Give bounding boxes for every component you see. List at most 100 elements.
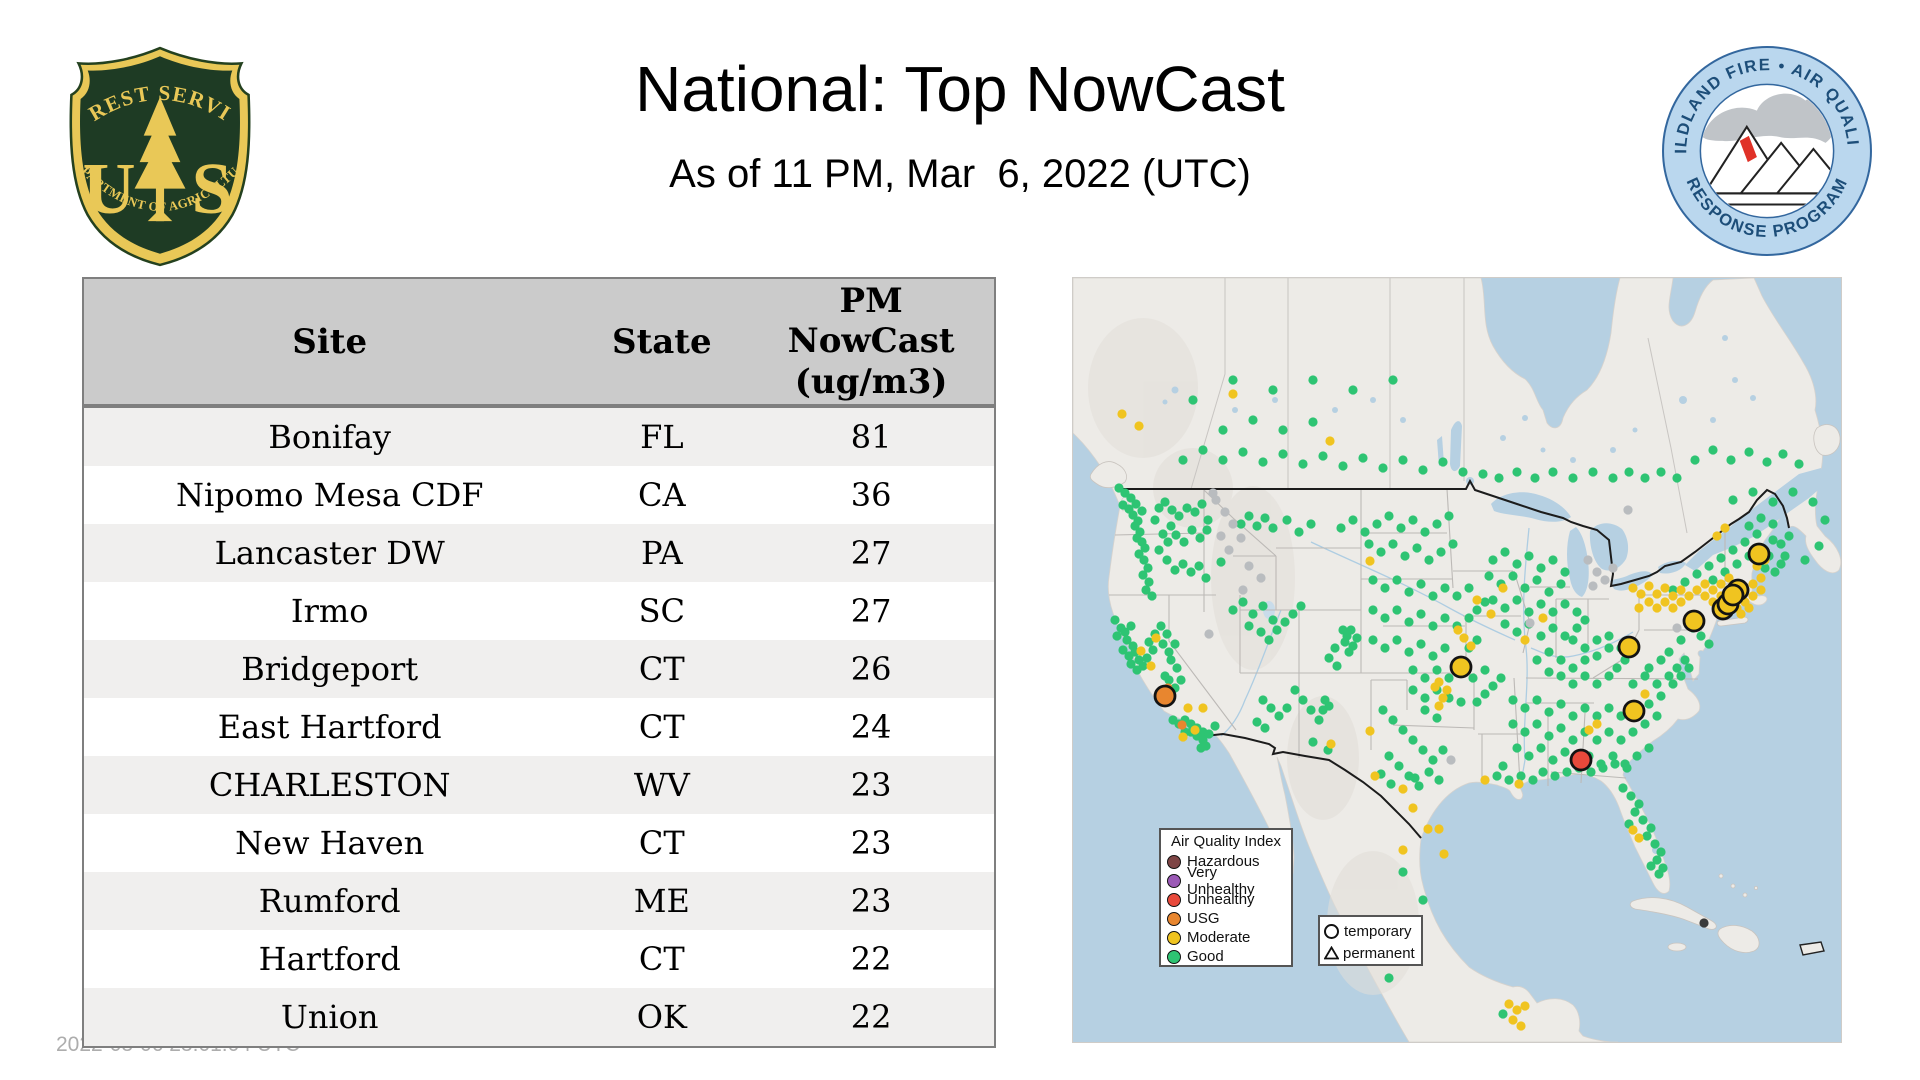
monitor-dot-good [1260, 513, 1270, 523]
monitor-dot-good [1560, 631, 1570, 641]
monitor-dot-moderate [1628, 583, 1638, 593]
monitor-dot-good [1708, 445, 1718, 455]
monitor-dot-moderate [1668, 603, 1678, 613]
table-row: Bridgeport CT 26 [84, 640, 994, 698]
monitor-dot-good [1404, 587, 1414, 597]
monitor-dot-good [1166, 655, 1176, 665]
monitor-dot-good [1201, 573, 1211, 583]
monitor-dot-good [1248, 609, 1258, 619]
monitor-dot-good [1532, 575, 1542, 585]
monitor-dot-good [1508, 695, 1518, 705]
monitor-dot-good [1386, 779, 1396, 789]
monitor-dot-good [1536, 631, 1546, 641]
monitor-dot-moderate [1592, 719, 1602, 729]
monitor-dot-no_data [1228, 519, 1238, 529]
monitor-dot-good [1203, 515, 1213, 525]
monitor-dot-good [1228, 375, 1238, 385]
monitor-dot-good [1398, 455, 1408, 465]
monitor-dot-moderate [1634, 833, 1644, 843]
monitor-dot-good [1244, 621, 1254, 631]
monitor-dot-moderate [1712, 531, 1722, 541]
monitor-dot-good [1464, 583, 1474, 593]
monitor-dot-good [1252, 717, 1262, 727]
monitor-dot-good [1167, 505, 1177, 515]
monitor-dot-good [1536, 743, 1546, 753]
monitor-dot-good [1640, 671, 1650, 681]
monitor-dot-good [1488, 555, 1498, 565]
monitor-dot-moderate [1538, 613, 1548, 623]
table-row: Irmo SC 27 [84, 582, 994, 640]
monitor-dot-good [1360, 527, 1370, 537]
monitor-dot-moderate [1434, 677, 1444, 687]
aqi-map: Air Quality Index Hazardous Very Unhealth… [1072, 277, 1842, 1043]
monitor-dot-good [1368, 605, 1378, 615]
top-site-marker [1721, 583, 1745, 607]
monitor-dot-no_data [1216, 531, 1226, 541]
site-cell: CHARLESTON [208, 766, 451, 804]
monitor-dot-good [1638, 815, 1648, 825]
monitor-dot-good [1768, 535, 1778, 545]
site-cell: Lancaster DW [214, 534, 445, 572]
monitor-dot-good [1110, 615, 1120, 625]
monitor-dot-good [1604, 727, 1614, 737]
monitor-dot-good [1416, 579, 1426, 589]
monitor-dot-moderate [1480, 775, 1490, 785]
table-row: Nipomo Mesa CDF CA 36 [84, 466, 994, 524]
monitor-dot-moderate [1325, 436, 1335, 446]
monitor-dot-good [1268, 523, 1278, 533]
aqi-legend-label: Good [1187, 948, 1224, 965]
monitor-dot-good [1174, 511, 1184, 521]
monitor-dot-good [1444, 673, 1454, 683]
monitor-dot-good [1512, 743, 1522, 753]
good-dot-icon [1167, 949, 1181, 964]
monitor-dot-good [1274, 711, 1284, 721]
monitor-dot-moderate [1708, 585, 1718, 595]
monitor-dot-good [1556, 699, 1566, 709]
monitor-dot-good [1272, 625, 1282, 635]
monitor-dot-good [1556, 579, 1566, 589]
monitor-dot-good [1544, 667, 1554, 677]
monitor-dot-good [1608, 751, 1618, 761]
monitor-dot-good [1762, 457, 1772, 467]
monitor-dot-good [1598, 763, 1608, 773]
monitor-dot-good [1568, 635, 1578, 645]
monitor-dot-good [1692, 569, 1702, 579]
table-row: Lancaster DW PA 27 [84, 524, 994, 582]
monitor-dot-good [1516, 771, 1526, 781]
monitor-dot-good [1416, 639, 1426, 649]
monitor-dot-good [1308, 375, 1318, 385]
monitor-dot-good [1218, 425, 1228, 435]
monitor-dot-good [1548, 607, 1558, 617]
column-header-pm-nowcast: PM NowCast (ug/m3) [787, 281, 955, 402]
monitor-dot-moderate [1584, 725, 1594, 735]
monitor-dot-good [1404, 617, 1414, 627]
state-cell: OK [636, 998, 687, 1036]
monitor-dot-good [1604, 671, 1614, 681]
monitor-dot-good [1170, 565, 1180, 575]
monitor-dot-good [1238, 597, 1248, 607]
monitor-dot-good [1676, 671, 1686, 681]
temporary-marker-icon [1324, 923, 1339, 939]
monitor-dot-moderate [1652, 603, 1662, 613]
monitor-dot-good [1396, 523, 1406, 533]
monitor-dot-good [1440, 583, 1450, 593]
monitor-dot-good [1654, 869, 1664, 879]
monitor-dot-good [1388, 539, 1398, 549]
monitor-dot-good [1656, 847, 1666, 857]
monitor-dot-good [1820, 515, 1830, 525]
monitor-dot-moderate [1512, 1005, 1522, 1015]
monitor-dot-usg [1177, 720, 1187, 730]
top-site-marker [1617, 635, 1641, 659]
monitor-dot-good [1394, 761, 1404, 771]
monitor-dot-good [1778, 449, 1788, 459]
monitor-dot-good [1278, 425, 1288, 435]
monitor-dot-moderate [1514, 779, 1524, 789]
monitor-dot-good [1162, 555, 1172, 565]
monitor-dot-good [1652, 679, 1662, 689]
aqi-legend-item: USG [1167, 909, 1285, 928]
monitor-dot-good [1512, 467, 1522, 477]
monitor-dot-good [1498, 761, 1508, 771]
monitor-dot-good [1744, 447, 1754, 457]
moderate-dot-icon [1167, 930, 1181, 945]
monitor-dot-good [1118, 500, 1128, 510]
